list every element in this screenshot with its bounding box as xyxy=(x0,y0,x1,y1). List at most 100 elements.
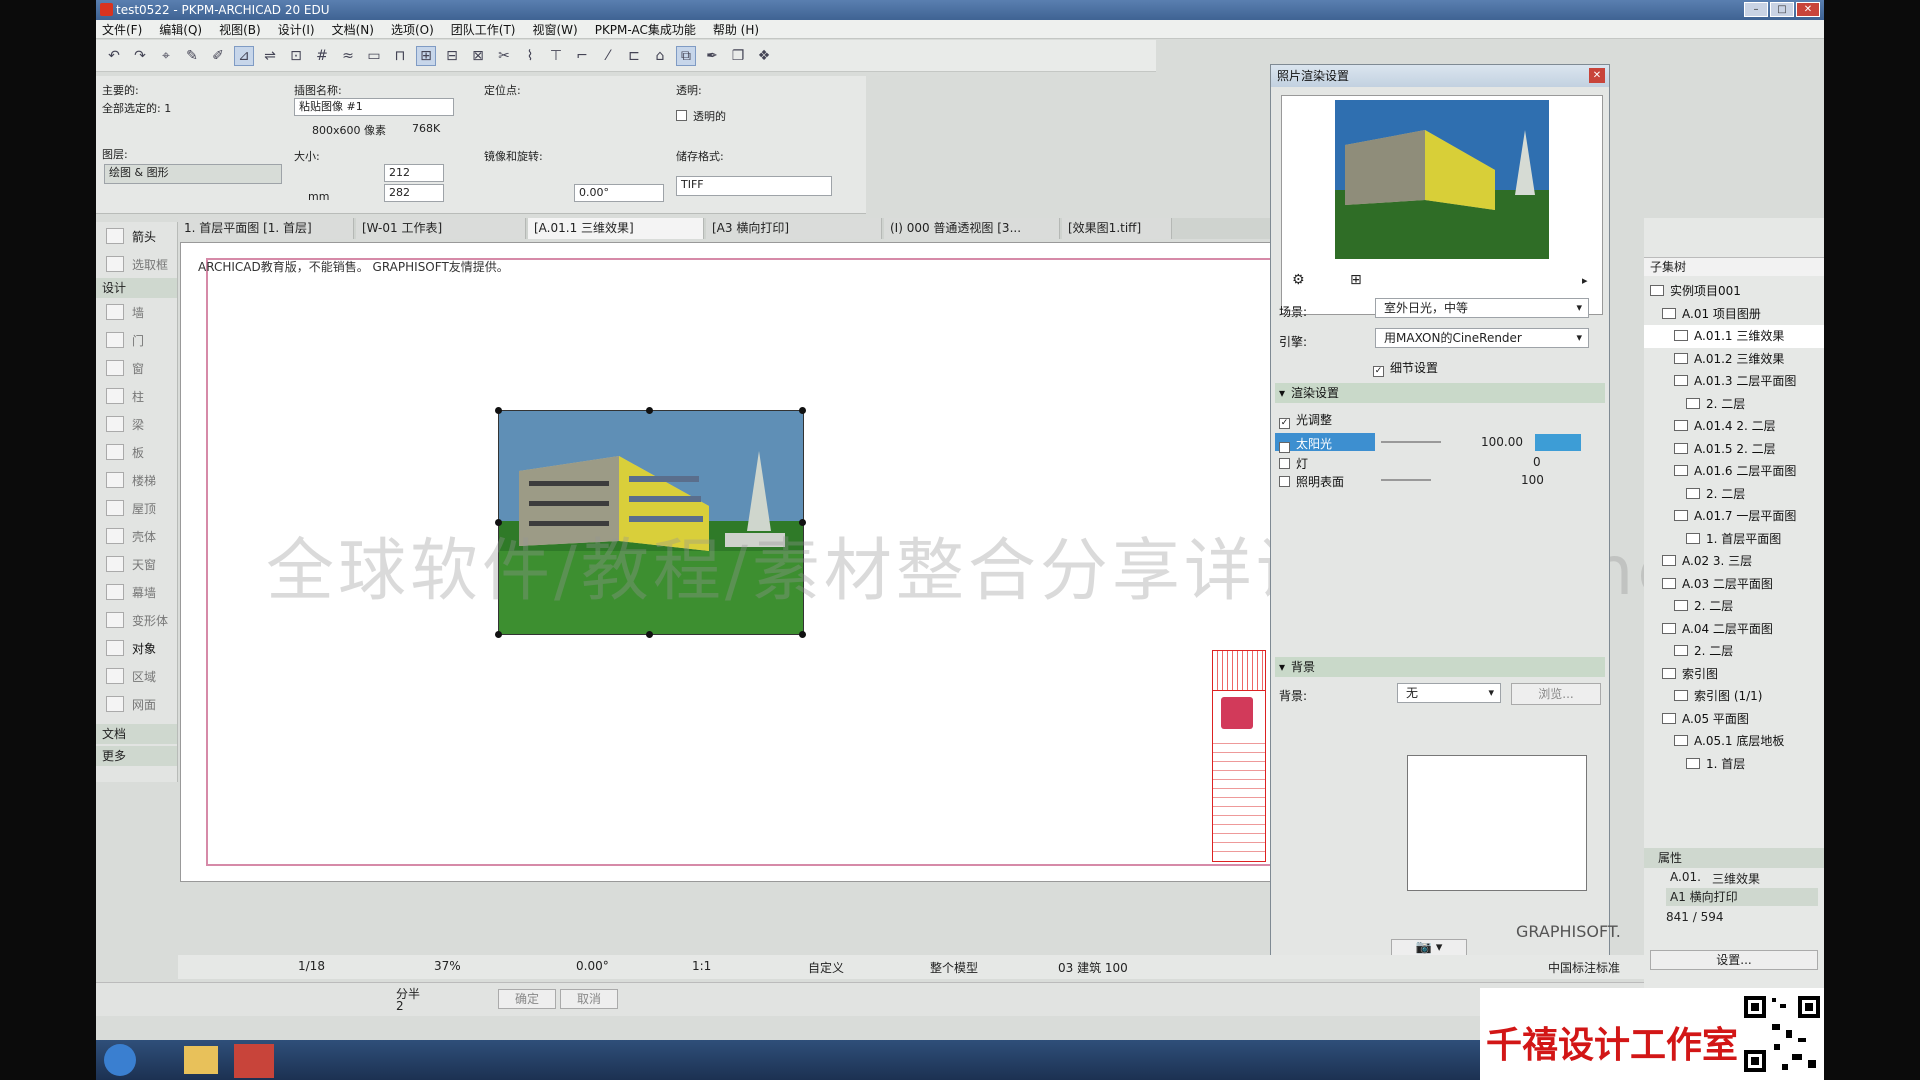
lamp-value[interactable]: 0 xyxy=(1533,455,1541,469)
background-section[interactable]: 背景 xyxy=(1275,657,1605,677)
tab-worksheet[interactable]: [W-01 工作表] xyxy=(356,218,526,239)
undo-icon[interactable]: ↶ xyxy=(104,46,124,66)
guide-lines-icon[interactable]: ⇌ xyxy=(260,46,280,66)
tree-item[interactable]: A.01 项目图册 xyxy=(1644,303,1824,326)
roof-icon[interactable]: ⌂ xyxy=(650,46,670,66)
menu-options[interactable]: 选项(O) xyxy=(391,21,434,38)
menu-view[interactable]: 视图(B) xyxy=(219,21,261,38)
tree-item[interactable]: A.05.1 底层地板 xyxy=(1644,730,1824,753)
ok-button[interactable]: 确定 xyxy=(498,989,556,1009)
tree-item[interactable]: A.03 二层平面图 xyxy=(1644,573,1824,596)
slab-tool[interactable]: 板 xyxy=(96,438,177,466)
explode-icon[interactable]: ⊠ xyxy=(468,46,488,66)
tree-item[interactable]: A.01.6 二层平面图 xyxy=(1644,460,1824,483)
height-field[interactable]: 282 xyxy=(384,184,444,202)
tree-item[interactable]: A.05 平面图 xyxy=(1644,708,1824,731)
angle-field[interactable]: 0.00° xyxy=(574,184,664,202)
resize-handle[interactable] xyxy=(646,407,653,414)
light-adjust-checkbox[interactable]: ✓ 光调整 xyxy=(1279,411,1332,429)
menu-file[interactable]: 文件(F) xyxy=(102,21,142,38)
format-select[interactable]: TIFF xyxy=(676,176,832,196)
stair-tool[interactable]: 楼梯 xyxy=(96,466,177,494)
tree-item[interactable]: A.02 3. 三层 xyxy=(1644,550,1824,573)
width-field[interactable]: 212 xyxy=(384,164,444,182)
menu-teamwork[interactable]: 团队工作(T) xyxy=(451,21,516,38)
layout-grid-icon[interactable]: ⊞ xyxy=(1350,272,1362,288)
custom-display[interactable]: 自定义 xyxy=(808,959,844,976)
engine-select[interactable]: 用MAXON的CineRender xyxy=(1375,328,1589,348)
gravity-icon[interactable]: ⊡ xyxy=(286,46,306,66)
tab-render-image[interactable]: [效果图1.tiff] xyxy=(1062,218,1172,239)
arrow-tool[interactable]: 箭头 xyxy=(96,222,177,250)
redo-icon[interactable]: ↷ xyxy=(130,46,150,66)
tree-item[interactable]: A.01.1 三维效果 xyxy=(1644,325,1824,348)
morph-tool[interactable]: 变形体 xyxy=(96,606,177,634)
surface-value[interactable]: 100 xyxy=(1521,473,1544,487)
inject-icon[interactable]: ✐ xyxy=(208,46,228,66)
start-icon[interactable] xyxy=(104,1044,136,1076)
fillet-icon[interactable]: ⌐ xyxy=(572,46,592,66)
marquee-tool[interactable]: 选取框 xyxy=(96,250,177,278)
tree-item[interactable]: A.01.5 2. 二层 xyxy=(1644,438,1824,461)
select-all-icon[interactable]: ⊞ xyxy=(416,45,436,66)
cancel-button[interactable]: 取消 xyxy=(560,989,618,1009)
menu-help[interactable]: 帮助 (H) xyxy=(713,21,759,38)
group-icon[interactable]: ⊟ xyxy=(442,46,462,66)
zoom-level[interactable]: 37% xyxy=(434,959,461,973)
trace-icon[interactable]: ≈ xyxy=(338,46,358,66)
curtain-wall-tool[interactable]: 幕墙 xyxy=(96,578,177,606)
transparent-checkbox[interactable]: 透明的 xyxy=(676,108,726,124)
surface-slider[interactable] xyxy=(1381,479,1431,481)
design-group[interactable]: 设计 xyxy=(96,278,177,298)
tab-a3-print[interactable]: [A3 横向打印] xyxy=(706,218,882,239)
zone-tool[interactable]: 区域 xyxy=(96,662,177,690)
tab-3d-effect[interactable]: [A.01.1 三维效果] xyxy=(528,218,704,239)
tree-item[interactable]: 索引图 (1/1) xyxy=(1644,685,1824,708)
sun-checkbox[interactable]: ✓ 太阳光 xyxy=(1279,435,1332,453)
pkpm-app-icon[interactable] xyxy=(234,1044,274,1078)
align-icon[interactable]: ⊤ xyxy=(546,46,566,66)
window-tool[interactable]: 窗 xyxy=(96,354,177,382)
lamp-checkbox[interactable]: 灯 xyxy=(1279,455,1308,472)
more-group[interactable]: 更多 xyxy=(96,746,177,766)
column-tool[interactable]: 柱 xyxy=(96,382,177,410)
prop-layout-select[interactable]: A1 横向打印 xyxy=(1666,888,1818,906)
shell-tool[interactable]: 壳体 xyxy=(96,522,177,550)
explorer-icon[interactable] xyxy=(184,1046,218,1074)
document-group[interactable]: 文档 xyxy=(96,724,177,744)
resize-handle[interactable] xyxy=(495,631,502,638)
beam-tool[interactable]: 梁 xyxy=(96,410,177,438)
tree-item[interactable]: 2. 二层 xyxy=(1644,393,1824,416)
door-tool[interactable]: 门 xyxy=(96,326,177,354)
menu-pkpm[interactable]: PKPM-AC集成功能 xyxy=(595,21,696,38)
tree-item[interactable]: 1. 首层 xyxy=(1644,753,1824,776)
dialog-close-button[interactable]: ✕ xyxy=(1589,68,1605,83)
pic-name-field[interactable]: 粘贴图像 #1 xyxy=(294,98,454,116)
tree-item[interactable]: 2. 二层 xyxy=(1644,595,1824,618)
tree-item[interactable]: A.01.2 三维效果 xyxy=(1644,348,1824,371)
render-settings-gear-icon[interactable]: ⚙ xyxy=(1292,272,1305,288)
menu-design[interactable]: 设计(I) xyxy=(278,21,315,38)
layer-select[interactable]: 绘图 & 图形 xyxy=(104,164,282,184)
pick-icon[interactable]: ⌖ xyxy=(156,46,176,66)
tree-item[interactable]: 1. 首层平面图 xyxy=(1644,528,1824,551)
sun-color-swatch[interactable] xyxy=(1535,434,1581,451)
mesh-tool[interactable]: 网面 xyxy=(96,690,177,718)
tree-item[interactable]: 实例项目001 xyxy=(1644,280,1824,303)
layout-icon[interactable]: ▭ xyxy=(364,46,384,66)
scale-value[interactable]: 1:1 xyxy=(692,959,711,973)
minimize-button[interactable]: – xyxy=(1744,2,1768,17)
offset-icon[interactable]: ⌇ xyxy=(520,46,540,66)
resize-handle[interactable] xyxy=(646,631,653,638)
roof-tool[interactable]: 屋顶 xyxy=(96,494,177,522)
model-filter[interactable]: 整个模型 xyxy=(930,959,978,976)
settings-button[interactable]: 设置... xyxy=(1650,950,1818,970)
tab-floor-plan[interactable]: 1. 首层平面图 [1. 首层] xyxy=(178,218,354,239)
browse-button[interactable]: 浏览... xyxy=(1511,683,1601,705)
menu-window[interactable]: 视窗(W) xyxy=(532,21,577,38)
eyedropper-icon[interactable]: ✎ xyxy=(182,46,202,66)
render-icon[interactable]: ❖ xyxy=(754,46,774,66)
sun-value[interactable]: 100.00 xyxy=(1481,435,1523,449)
bg-select[interactable]: 无 xyxy=(1397,683,1501,703)
tree-item[interactable]: 2. 二层 xyxy=(1644,640,1824,663)
